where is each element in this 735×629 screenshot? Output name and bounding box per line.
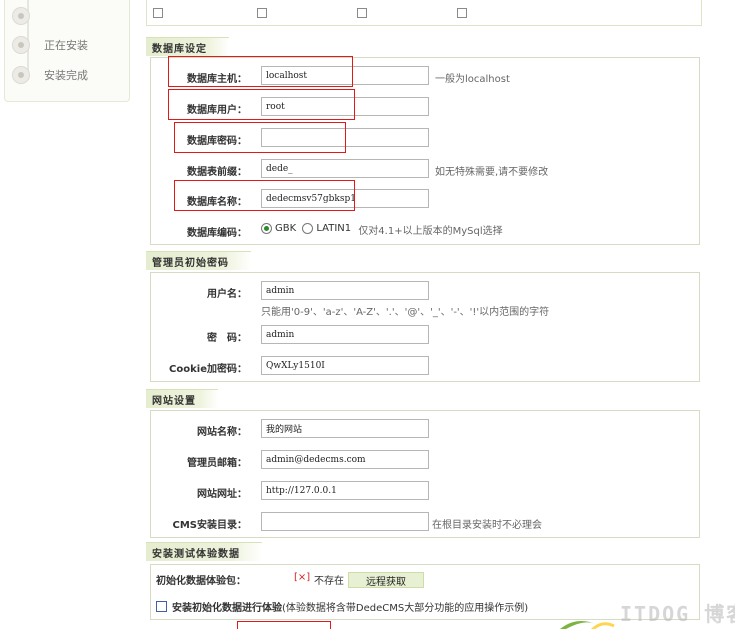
section-title: 管理员初始密码 bbox=[146, 251, 251, 270]
admin-password-label: 密 码： bbox=[207, 333, 247, 344]
db-user-label: 数据库用户： bbox=[187, 105, 247, 116]
charset-latin1-label: LATIN1 bbox=[316, 223, 352, 234]
admin-password-row: 密 码： bbox=[151, 321, 699, 351]
db-prefix-row: 数据表前缀： 如无特殊需要,请不要修改 bbox=[151, 155, 699, 185]
demo-pkg-label: 初始化数据体验包： bbox=[156, 576, 246, 587]
admin-user-hint: 只能用'0-9'、'a-z'、'A-Z'、'.'、'@'、'_'、'-'、'!'… bbox=[261, 307, 550, 318]
step-dot-icon bbox=[12, 36, 30, 54]
module-checkbox[interactable] bbox=[357, 8, 373, 18]
charset-latin1-radio[interactable]: LATIN1 bbox=[302, 223, 351, 234]
admin-user-row: 用户名： 只能用'0-9'、'a-z'、'A-Z'、'.'、'@'、'_'、'-… bbox=[151, 277, 699, 318]
db-charset-label: 数据库编码： bbox=[187, 228, 247, 239]
install-demo-checkbox[interactable] bbox=[156, 601, 167, 612]
db-host-label: 数据库主机： bbox=[187, 74, 247, 85]
site-url-row: 网站网址： bbox=[151, 477, 699, 507]
site-name-input[interactable] bbox=[261, 419, 429, 438]
site-section-header: 网站设置 bbox=[146, 389, 702, 408]
db-prefix-label: 数据表前缀： bbox=[187, 167, 247, 178]
db-prefix-hint: 如无特殊需要,请不要修改 bbox=[435, 167, 549, 178]
db-password-label: 数据库密码： bbox=[187, 136, 247, 147]
admin-email-label: 管理员邮箱： bbox=[187, 458, 247, 469]
demo-section: 初始化数据体验包： [×] 不存在 安装初始化数据进行体验 (体验数据将含带De… bbox=[150, 564, 700, 620]
modules-row bbox=[146, 0, 702, 26]
module-checkbox[interactable] bbox=[457, 8, 473, 18]
charset-gbk-label: GBK bbox=[275, 223, 297, 234]
cookie-input[interactable] bbox=[261, 356, 429, 375]
cms-dir-input[interactable] bbox=[261, 512, 429, 531]
admin-password-input[interactable] bbox=[261, 325, 429, 344]
db-name-label: 数据库名称： bbox=[187, 197, 247, 208]
admin-user-input[interactable] bbox=[261, 281, 429, 300]
install-demo-option: 安装初始化数据进行体验 (体验数据将含带DedeCMS大部分功能的应用操作示例) bbox=[156, 599, 528, 614]
db-user-row: 数据库用户： bbox=[151, 93, 699, 123]
charset-options: GBK LATIN1 仅对4.1+以上版本的MySql选择 bbox=[261, 222, 503, 237]
admin-email-input[interactable] bbox=[261, 450, 429, 469]
module-checkbox[interactable] bbox=[257, 8, 273, 18]
step-dot-icon bbox=[12, 66, 30, 84]
remote-fetch-button[interactable]: 远程获取 bbox=[348, 572, 424, 588]
step-dot-icon bbox=[12, 7, 30, 25]
checkbox-icon bbox=[457, 8, 467, 18]
db-password-row: 数据库密码： bbox=[151, 124, 699, 154]
admin-email-row: 管理员邮箱： bbox=[151, 446, 699, 476]
step-label: 正在安装 bbox=[44, 39, 88, 52]
cookie-row: Cookie加密码： bbox=[151, 352, 699, 382]
db-host-row: 数据库主机： 一般为localhost bbox=[151, 62, 699, 92]
db-user-input[interactable] bbox=[261, 97, 429, 116]
leaf-decoration-icon bbox=[560, 620, 615, 629]
checkbox-icon bbox=[153, 8, 163, 18]
site-name-row: 网站名称： bbox=[151, 415, 699, 445]
db-password-input[interactable] bbox=[261, 128, 429, 147]
checkbox-icon bbox=[357, 8, 367, 18]
radio-icon bbox=[302, 223, 314, 234]
db-host-hint: 一般为localhost bbox=[435, 74, 510, 85]
install-demo-label: 安装初始化数据进行体验 bbox=[172, 603, 282, 614]
admin-user-label: 用户名： bbox=[207, 289, 247, 300]
db-name-row: 数据库名称： bbox=[151, 185, 699, 215]
admin-section-header: 管理员初始密码 bbox=[146, 251, 702, 270]
watermark: ITDOG 博客 bbox=[620, 602, 735, 626]
checkbox-icon bbox=[257, 8, 267, 18]
demo-section-header: 安装测试体验数据 bbox=[146, 542, 702, 561]
step-current bbox=[12, 7, 44, 25]
charset-gbk-radio[interactable]: GBK bbox=[261, 223, 296, 234]
demo-pkg-status: 不存在 bbox=[314, 576, 344, 587]
section-title: 数据库设定 bbox=[146, 37, 229, 56]
db-name-input[interactable] bbox=[261, 189, 429, 208]
install-demo-note: (体验数据将含带DedeCMS大部分功能的应用操作示例) bbox=[282, 603, 529, 614]
db-prefix-input[interactable] bbox=[261, 159, 429, 178]
step-installing: 正在安装 bbox=[12, 36, 88, 54]
admin-section: 用户名： 只能用'0-9'、'a-z'、'A-Z'、'.'、'@'、'_'、'-… bbox=[150, 272, 700, 382]
site-section: 网站名称： 管理员邮箱： 网站网址： CMS安装目录： 在根目录安装时不必理会 bbox=[150, 410, 700, 538]
radio-selected-icon bbox=[261, 223, 272, 234]
cms-dir-hint: 在根目录安装时不必理会 bbox=[432, 520, 542, 531]
cms-dir-label: CMS安装目录： bbox=[172, 520, 248, 531]
module-checkbox[interactable] bbox=[153, 8, 169, 18]
db-section: 数据库主机： 一般为localhost 数据库用户： 数据库密码： 数据表前缀：… bbox=[150, 57, 700, 245]
cms-dir-row: CMS安装目录： 在根目录安装时不必理会 bbox=[151, 508, 699, 538]
section-title: 网站设置 bbox=[146, 389, 218, 408]
highlight-next bbox=[237, 621, 331, 629]
section-title: 安装测试体验数据 bbox=[146, 542, 262, 561]
charset-hint: 仅对4.1+以上版本的MySql选择 bbox=[358, 226, 503, 237]
cookie-label: Cookie加密码： bbox=[169, 364, 247, 375]
db-charset-row: 数据库编码： GBK LATIN1 仅对4.1+以上版本的MySql选择 bbox=[151, 216, 699, 246]
status-error-icon: [×] bbox=[294, 572, 311, 583]
step-complete: 安装完成 bbox=[12, 66, 88, 84]
site-url-input[interactable] bbox=[261, 481, 429, 500]
site-name-label: 网站名称： bbox=[197, 427, 247, 438]
db-section-header: 数据库设定 bbox=[146, 37, 702, 56]
site-url-label: 网站网址： bbox=[197, 489, 247, 500]
step-label: 安装完成 bbox=[44, 69, 88, 82]
db-host-input[interactable] bbox=[261, 66, 429, 85]
